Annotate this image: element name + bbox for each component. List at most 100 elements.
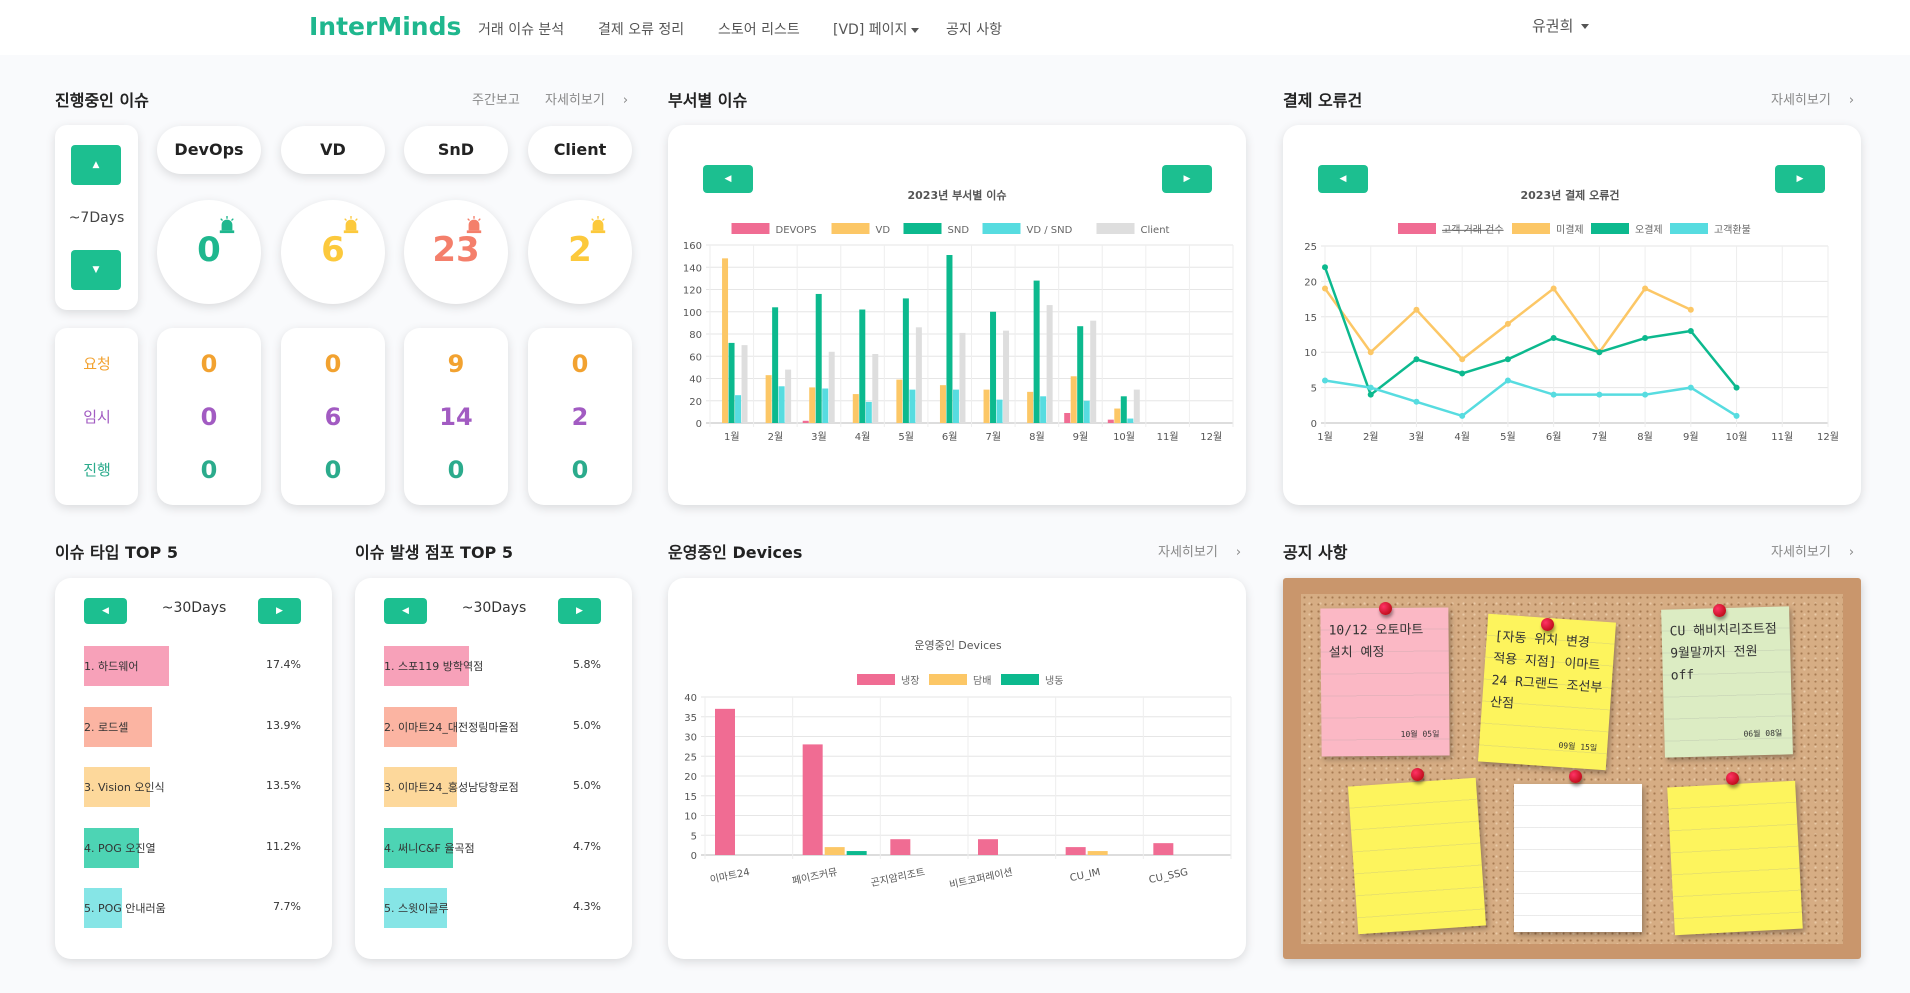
arrow-down-icon: ▼ xyxy=(92,265,100,275)
payment-point-미결제 xyxy=(1322,285,1328,292)
dept-ytick: 40 xyxy=(689,375,702,386)
devices-ytick: 10 xyxy=(684,812,697,823)
devices-detail-link[interactable]: 자세히보기 › xyxy=(1158,541,1241,560)
dept-bar-devops xyxy=(1107,419,1114,423)
notice-note-2[interactable]: [자동 위치 변경 적용 지점] 이마트24 R그랜드 조선부산점 09월 15… xyxy=(1477,613,1617,771)
dept-bar-vd xyxy=(765,375,772,423)
brand-logo[interactable]: InterMinds xyxy=(309,12,461,41)
store-next-button[interactable]: ▶ xyxy=(558,598,601,624)
store-percent: 4.7% xyxy=(573,839,601,853)
dept-bar-client xyxy=(1003,330,1010,423)
dept-pill-snd[interactable]: SnD xyxy=(404,126,508,174)
payment-point-미결제 xyxy=(1550,285,1557,292)
devices-xtick: CU_IM xyxy=(1069,867,1102,884)
issue-type-next-button[interactable]: ▶ xyxy=(258,598,301,624)
devices-bar-냉동 xyxy=(846,851,867,855)
notice-note-4[interactable] xyxy=(1347,777,1487,935)
user-menu[interactable]: 유권희 xyxy=(1532,15,1590,36)
issue-type-row[interactable]: 4. POG 오진열 11.2% xyxy=(84,827,301,868)
notice-detail-link[interactable]: 자세히보기 › xyxy=(1771,541,1854,560)
dept-pill-devops[interactable]: DevOps xyxy=(157,126,261,174)
pushpin-icon xyxy=(1569,770,1582,783)
dept-ytick: 120 xyxy=(683,286,702,297)
chevron-down-icon xyxy=(911,27,920,33)
client-temporary-count: 2 xyxy=(571,403,589,431)
store-percent: 5.0% xyxy=(573,718,601,732)
store-label: 1. 스포119 방학역점 xyxy=(384,660,484,673)
payment-point-미결제 xyxy=(1459,356,1466,363)
arrow-left-icon: ◀ xyxy=(102,606,109,616)
dept-bar-devops xyxy=(802,420,809,423)
dept-ytick: 20 xyxy=(689,397,702,408)
period-down-button[interactable]: ▼ xyxy=(71,250,121,290)
nav-item-store-list[interactable]: 스토어 리스트 xyxy=(718,19,800,39)
dept-bar-snd xyxy=(990,311,997,423)
nav-item-notice[interactable]: 공지 사항 xyxy=(946,19,1002,39)
client-request-count: 0 xyxy=(571,350,589,378)
devices-ytick: 20 xyxy=(684,772,697,783)
pushpin-icon xyxy=(1726,772,1739,785)
dept-ytick: 0 xyxy=(696,419,702,430)
dept-pill-client[interactable]: Client xyxy=(528,126,632,174)
snd-total-circle[interactable]: 23 xyxy=(404,200,508,304)
payment-line-고객환불 xyxy=(1324,379,1738,418)
store-row[interactable]: 1. 스포119 방학역점 5.8% xyxy=(384,646,601,686)
devices-ytick: 0 xyxy=(691,851,697,862)
store-top5-card: ◀ ~30Days ▶ 1. 스포119 방학역점 5.8% 2. 이마트24_대전… xyxy=(355,578,632,959)
period-up-button[interactable]: ▲ xyxy=(71,145,121,185)
payment-point-오결제 xyxy=(1687,327,1694,334)
ongoing-issues-detail-link[interactable]: 자세히보기 › xyxy=(545,89,628,108)
notice-note-1[interactable]: 10/12 오토마트 설치 예정 10월 05일 xyxy=(1320,607,1450,757)
store-row[interactable]: 3. 이마트24_홍성남당항로점 5.0% xyxy=(384,767,601,807)
store-row[interactable]: 2. 이마트24_대전정림마을점 5.0% xyxy=(384,706,601,747)
devops-total-circle[interactable]: 0 xyxy=(157,200,261,304)
dept-legend-label: VD / SND xyxy=(1027,225,1073,236)
dept-bar-vd xyxy=(1070,376,1077,423)
payment-xtick: 10월 xyxy=(1726,431,1748,443)
dept-bar-snd xyxy=(728,342,735,423)
store-label: 5. 스윗이글루 xyxy=(384,902,449,915)
devices-ytick: 35 xyxy=(684,713,697,724)
dept-bar-snd xyxy=(772,307,779,423)
devops-progress-count: 0 xyxy=(200,456,218,484)
devops-total-count: 0 xyxy=(197,230,221,270)
nav-item-transaction-issue[interactable]: 거래 이슈 분석 xyxy=(478,19,564,39)
issue-type-prev-button[interactable]: ◀ xyxy=(84,598,127,624)
payment-point-오결제 xyxy=(1322,264,1328,271)
payment-xtick: 5월 xyxy=(1500,431,1516,443)
chevron-right-icon: › xyxy=(1848,545,1855,560)
notice-note-5[interactable] xyxy=(1514,784,1642,932)
vd-total-circle[interactable]: 6 xyxy=(281,200,385,304)
notice-note-6[interactable] xyxy=(1667,780,1803,936)
dept-bar-snd xyxy=(1077,326,1084,423)
dept-bar-client xyxy=(1090,320,1097,423)
issue-type-row[interactable]: 2. 로드셀 13.9% xyxy=(84,706,301,747)
detail-link-label: 자세히보기 xyxy=(1771,93,1831,108)
dept-bar-client xyxy=(915,327,922,423)
client-total-circle[interactable]: 2 xyxy=(528,200,632,304)
store-row[interactable]: 5. 스윗이글루 4.3% xyxy=(384,888,601,928)
store-row[interactable]: 4. 써니C&F 율곡점 4.7% xyxy=(384,827,601,868)
dept-bar-vdsnd xyxy=(952,389,959,423)
devops-request-count: 0 xyxy=(200,350,218,378)
dept-xtick: 4월 xyxy=(855,431,871,443)
client-progress-count: 0 xyxy=(571,456,589,484)
store-prev-button[interactable]: ◀ xyxy=(384,598,427,624)
issue-type-row[interactable]: 5. POG 안내러움 7.7% xyxy=(84,888,301,928)
payment-point-고객환불 xyxy=(1367,384,1374,391)
issue-type-row[interactable]: 1. 하드웨어 17.4% xyxy=(84,646,301,686)
dept-bar-client xyxy=(828,351,835,423)
dept-bar-vd xyxy=(852,394,859,423)
nav-item-vd-page[interactable]: [VD] 페이지 xyxy=(833,19,920,39)
nav-item-payment-error[interactable]: 결제 오류 정리 xyxy=(598,19,684,39)
dept-pill-vd[interactable]: VD xyxy=(281,126,385,174)
issue-type-row[interactable]: 3. Vision 오인식 13.5% xyxy=(84,767,301,807)
payment-errors-detail-link[interactable]: 자세히보기 › xyxy=(1771,89,1854,108)
issue-type-list: 1. 하드웨어 17.4% 2. 로드셀 13.9% 3. Vision 오인식 13.5… xyxy=(84,646,301,946)
store-label: 4. 써니C&F 율곡점 xyxy=(384,841,475,855)
weekly-report-link[interactable]: 주간보고 xyxy=(472,89,520,108)
devices-chart-title: 운영중인 Devices xyxy=(914,639,1002,652)
payment-point-미결제 xyxy=(1642,285,1649,292)
notice-note-3[interactable]: CU 해비치리조트점 9월말까지 전원 off 06월 08일 xyxy=(1661,606,1793,758)
vd-temporary-count: 6 xyxy=(324,403,342,431)
